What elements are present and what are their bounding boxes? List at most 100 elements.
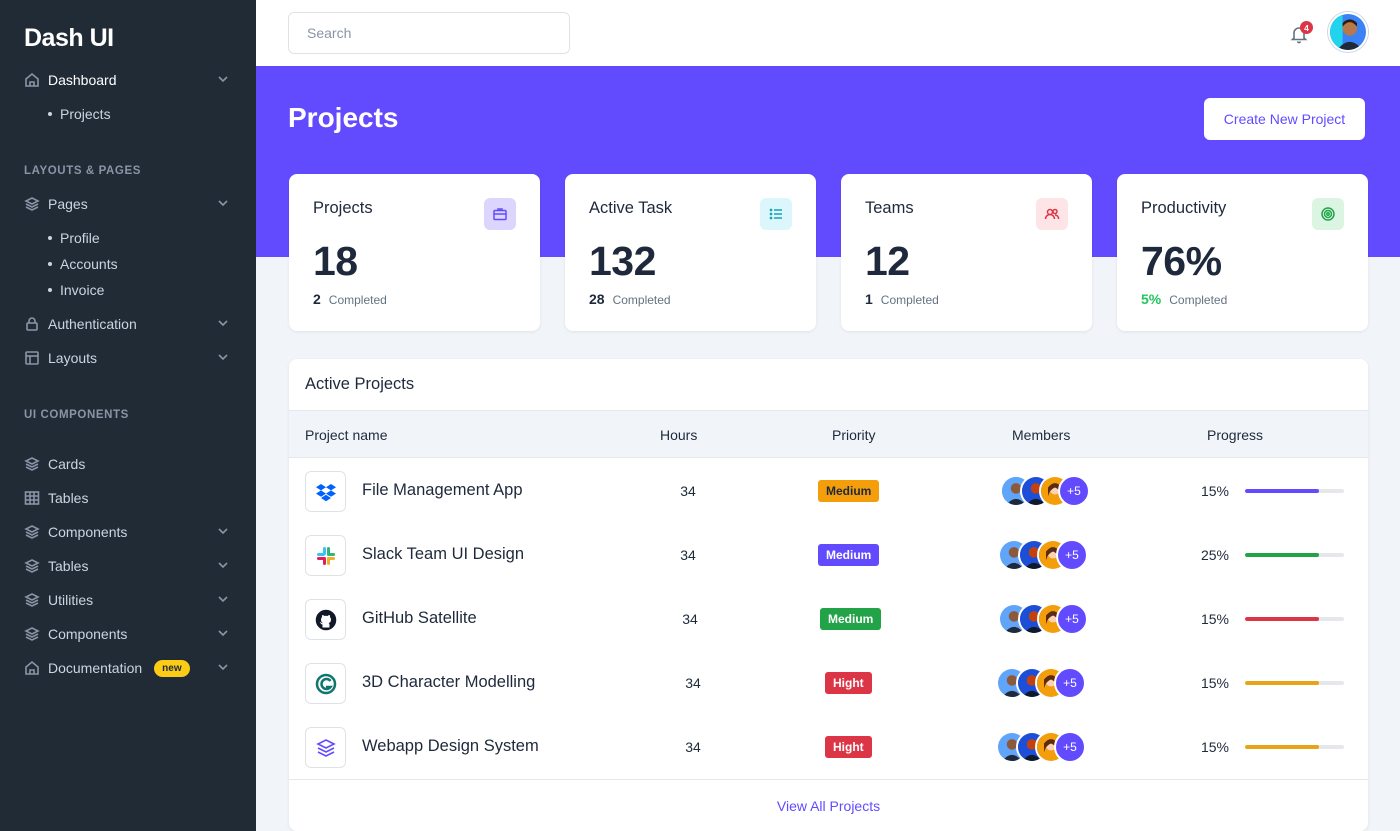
sidebar-item-layouts[interactable]: Layouts [24, 346, 232, 370]
progress-bar-fill [1245, 745, 1320, 749]
dropbox-icon [305, 471, 346, 512]
project-hours: 34 [680, 547, 696, 563]
bullet-icon [48, 236, 52, 240]
table-header: Project name Hours Priority Members Prog… [289, 410, 1368, 458]
section-label-layouts: LAYOUTS & PAGES [24, 165, 141, 177]
sidebar-item-components-2[interactable]: Components [24, 622, 232, 646]
progress-percent: 15% [1200, 483, 1229, 499]
layers-icon [24, 592, 40, 608]
sidebar-item-cards[interactable]: Cards [24, 452, 232, 476]
column-header-project-name: Project name [305, 427, 388, 443]
stat-completed-count: 5% [1141, 291, 1162, 307]
sidebar-item-authentication[interactable]: Authentication [24, 312, 232, 336]
members-avatar-group: +5 [996, 667, 1086, 699]
stat-value: 12 [865, 238, 910, 284]
layers-icon [24, 456, 40, 472]
sidebar-item-dashboard[interactable]: Dashboard [24, 68, 232, 92]
sidebar-item-label: Authentication [48, 316, 137, 332]
project-hours: 34 [685, 739, 701, 755]
sidebar-item-label: Accounts [60, 256, 118, 272]
card-title: Active Projects [305, 375, 415, 393]
create-new-project-button[interactable]: Create New Project [1204, 98, 1365, 140]
stat-completed-label: Completed [328, 293, 387, 307]
chevron-down-icon [216, 592, 230, 606]
stat-value: 76% [1141, 238, 1222, 284]
user-avatar[interactable] [1328, 12, 1368, 52]
top-navbar: 4 [256, 0, 1400, 66]
users-icon [1036, 198, 1068, 230]
stat-title: Productivity [1141, 199, 1227, 217]
list-icon [760, 198, 792, 230]
layout-icon [24, 350, 40, 366]
chevron-down-icon [216, 350, 230, 364]
notification-count-badge: 4 [1300, 21, 1313, 34]
table-row[interactable]: 3D Character Modelling 34 Hight +5 15% [289, 651, 1368, 715]
layers-icon [24, 196, 40, 212]
progress-bar [1245, 489, 1344, 493]
bullet-icon [48, 262, 52, 266]
view-all-projects-link[interactable]: View All Projects [777, 798, 880, 814]
stat-footer: 5% Completed [1141, 291, 1227, 307]
sidebar-item-utilities[interactable]: Utilities [24, 588, 232, 612]
stat-completed-count: 1 [865, 291, 873, 307]
stat-card-projects: Projects 18 2 Completed [289, 174, 540, 331]
stat-title: Projects [313, 199, 373, 217]
sidebar-item-label: Pages [48, 196, 88, 212]
project-name[interactable]: 3D Character Modelling [362, 673, 535, 692]
stat-card-teams: Teams 12 1 Completed [841, 174, 1092, 331]
table-row[interactable]: File Management App 34 Medium +5 15% [289, 459, 1368, 523]
sidebar-item-label: Tables [48, 558, 89, 574]
more-members-count[interactable]: +5 [1054, 667, 1086, 699]
table-row[interactable]: GitHub Satellite 34 Medium +5 15% [289, 587, 1368, 651]
project-name[interactable]: Slack Team UI Design [362, 545, 524, 564]
sidebar-item-tables-2[interactable]: Tables [24, 554, 232, 578]
layers-icon [24, 524, 40, 540]
priority-badge: Medium [818, 480, 880, 502]
sidebar-item-label: Components [48, 626, 128, 642]
more-members-count[interactable]: +5 [1054, 731, 1086, 763]
more-members-count[interactable]: +5 [1058, 475, 1090, 507]
stat-footer: 28 Completed [589, 291, 671, 307]
chevron-down-icon [216, 660, 230, 674]
table-row[interactable]: Slack Team UI Design 34 Medium +5 25% [289, 523, 1368, 587]
more-members-count[interactable]: +5 [1056, 603, 1088, 635]
members-avatar-group: +5 [1000, 475, 1090, 507]
chevron-down-icon [216, 524, 230, 538]
active-projects-card: Active Projects Project name Hours Prior… [289, 359, 1368, 831]
sidebar-item-tables[interactable]: Tables [24, 486, 232, 510]
more-members-count[interactable]: +5 [1056, 539, 1088, 571]
brand-logo[interactable]: Dash UI [24, 24, 114, 53]
project-name[interactable]: Webapp Design System [362, 737, 539, 756]
priority-badge: Medium [820, 608, 882, 630]
3d-logo-icon [305, 663, 346, 704]
members-avatar-group: +5 [998, 539, 1088, 571]
sidebar-subitem-invoice[interactable]: Invoice [48, 280, 104, 300]
sidebar-item-documentation[interactable]: Documentation new [24, 656, 232, 680]
stat-footer: 2 Completed [313, 291, 387, 307]
sidebar-subitem-profile[interactable]: Profile [48, 228, 100, 248]
sidebar-item-pages[interactable]: Pages [24, 192, 232, 216]
home-icon [24, 660, 40, 676]
section-label-components: UI COMPONENTS [24, 409, 129, 421]
table-row[interactable]: Webapp Design System 34 Hight +5 15% [289, 715, 1368, 779]
project-hours: 34 [685, 675, 701, 691]
progress-bar [1245, 617, 1344, 621]
project-name[interactable]: File Management App [362, 481, 523, 500]
stat-title: Active Task [589, 199, 673, 217]
sidebar-subitem-projects[interactable]: Projects [48, 104, 111, 124]
sidebar-item-components[interactable]: Components [24, 520, 232, 544]
sidebar-item-label: Invoice [60, 282, 105, 298]
sidebar-item-label: Profile [60, 230, 100, 246]
sidebar-item-label: Documentation [48, 660, 143, 676]
stat-footer: 1 Completed [865, 291, 939, 307]
priority-badge: Hight [825, 736, 872, 758]
project-name[interactable]: GitHub Satellite [362, 609, 477, 628]
column-header-progress: Progress [1207, 427, 1264, 443]
stat-completed-label: Completed [612, 293, 671, 307]
stat-completed-label: Completed [880, 293, 939, 307]
sidebar-subitem-accounts[interactable]: Accounts [48, 254, 118, 274]
priority-badge: Medium [818, 544, 880, 566]
search-input[interactable] [288, 12, 570, 54]
project-hours: 34 [680, 483, 696, 499]
target-icon [1312, 198, 1344, 230]
